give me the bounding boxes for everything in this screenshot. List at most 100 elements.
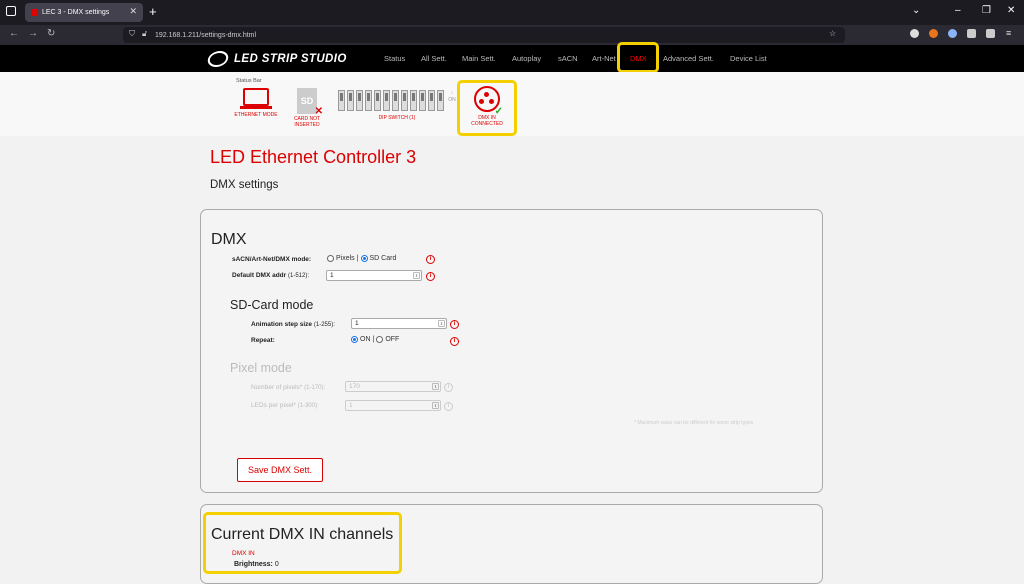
nav-main-settings[interactable]: Main Sett. xyxy=(462,54,496,63)
stepper-icon[interactable]: ⇕ xyxy=(413,272,420,279)
addr-label-text: Default DMX addr xyxy=(232,272,287,279)
addr-range: (1-512): xyxy=(287,273,309,279)
stepper-icon: ⇕ xyxy=(432,383,439,390)
info-icon[interactable]: i xyxy=(450,320,459,329)
favicon-icon xyxy=(31,9,38,16)
dip-8 xyxy=(401,90,409,111)
ethernet-mode-label: ETHERNET MODE xyxy=(234,112,278,118)
dmx-in-label: DMX IN xyxy=(232,550,255,557)
shield-icon[interactable]: ⛉ xyxy=(129,29,135,39)
extension-icon[interactable] xyxy=(910,29,919,38)
stepper-icon: ⇕ xyxy=(432,402,439,409)
leds-value: 1 xyxy=(349,402,353,409)
repeat-off-radio[interactable] xyxy=(376,336,384,343)
translate-icon[interactable] xyxy=(948,29,957,38)
brave-icon[interactable] xyxy=(929,29,938,38)
dmx-heading: DMX xyxy=(211,231,247,248)
info-icon[interactable]: i xyxy=(426,255,435,264)
nav-advanced-settings[interactable]: Advanced Sett. xyxy=(663,54,714,63)
mode-sd-card-label: SD Card xyxy=(369,255,397,262)
leds-range: (1-300): xyxy=(297,403,319,409)
addr-label: Default DMX addr (1-512): xyxy=(232,272,309,279)
repeat-on-radio[interactable] xyxy=(351,336,358,343)
save-dmx-button[interactable]: Save DMX Sett. xyxy=(237,458,323,482)
animation-step-value: 1 xyxy=(355,320,359,327)
site-navbar: LED STRIP STUDIO Status All Sett. Main S… xyxy=(0,45,1024,72)
restore-icon[interactable]: ❐ xyxy=(982,5,991,16)
dip-6 xyxy=(383,90,391,111)
error-x-icon: ✕ xyxy=(314,106,323,117)
logo-mark-icon xyxy=(205,51,231,67)
max-value-note: * Maximum value can be different for som… xyxy=(634,420,754,426)
dip-4 xyxy=(365,90,373,111)
nav-autoplay[interactable]: Autoplay xyxy=(512,54,541,63)
mode-sd-card-radio[interactable] xyxy=(360,255,368,262)
page-title: LED Ethernet Controller 3 xyxy=(210,147,417,167)
brightness-label: Brightness: xyxy=(234,561,273,568)
laptop-icon xyxy=(243,88,269,106)
dip-2 xyxy=(347,90,355,111)
highlight-box-dmx-nav xyxy=(617,42,659,73)
dip-on-label: ON xyxy=(448,97,456,103)
highlight-box-current-dmx xyxy=(203,512,402,574)
brand-logo[interactable]: LED STRIP STUDIO xyxy=(205,49,347,69)
animation-step-input[interactable]: 1 ⇕ xyxy=(351,318,447,329)
chevron-down-icon[interactable]: ⌄ xyxy=(912,5,920,16)
reload-icon[interactable]: ↻ xyxy=(47,28,55,39)
back-icon[interactable]: ← xyxy=(9,28,19,39)
repeat-on-label: ON xyxy=(360,336,371,343)
dip-1 xyxy=(338,90,346,111)
stepper-icon[interactable]: ⇕ xyxy=(438,320,445,327)
dmx-address-input[interactable]: 1 ⇕ xyxy=(326,270,422,281)
browser-tab-strip: LEC 3 - DMX settings ✕ + ⌄ – ❐ ✕ xyxy=(0,0,1024,25)
forward-icon[interactable]: → xyxy=(28,28,38,39)
dip-9 xyxy=(410,90,418,111)
info-icon: i xyxy=(444,383,453,392)
status-ethernet: ETHERNET MODE xyxy=(233,88,279,118)
extensions-puzzle-icon[interactable] xyxy=(967,29,976,38)
address-bar[interactable]: 192.168.1.211/settings-dmx.html xyxy=(123,27,845,43)
tab-title: LEC 3 - DMX settings xyxy=(42,9,110,16)
close-window-icon[interactable]: ✕ xyxy=(1007,5,1015,16)
info-icon[interactable]: i xyxy=(450,337,459,346)
dip-11 xyxy=(428,90,436,111)
nav-sacn[interactable]: sACN xyxy=(558,54,578,63)
mode-pixels-radio[interactable] xyxy=(327,255,334,262)
minimize-icon[interactable]: – xyxy=(955,5,961,16)
step-label-text: Animation step size xyxy=(251,321,313,328)
info-icon: i xyxy=(444,402,453,411)
dip-10 xyxy=(419,90,427,111)
url-text: 192.168.1.211/settings-dmx.html xyxy=(155,31,257,39)
mode-label: sACN/Art-Net/DMX mode: xyxy=(232,256,312,263)
mode-options: Pixels | SD Card xyxy=(327,255,396,262)
nav-art-net[interactable]: Art-Net xyxy=(592,54,616,63)
sidebar-icon[interactable] xyxy=(986,29,995,38)
step-range: (1-255): xyxy=(313,322,335,328)
nav-status[interactable]: Status xyxy=(384,54,405,63)
dmx-address-value: 1 xyxy=(330,272,334,279)
nav-device-list[interactable]: Device List xyxy=(730,54,767,63)
info-icon[interactable]: i xyxy=(426,272,435,281)
pixels-range: (1-170): xyxy=(304,385,326,391)
lock-icon[interactable]: 🔓︎ xyxy=(142,29,147,39)
dip-switch-label: DIP SWITCH (1) xyxy=(378,115,416,121)
pixels-value: 170 xyxy=(349,383,360,390)
pixels-input: 170 ⇕ xyxy=(345,381,441,392)
bookmark-star-icon[interactable]: ☆ xyxy=(829,29,836,38)
dip-7 xyxy=(392,90,400,111)
mode-pixels-label: Pixels xyxy=(336,255,355,262)
new-tab-icon[interactable]: + xyxy=(149,4,157,19)
browser-tab[interactable]: LEC 3 - DMX settings ✕ xyxy=(25,3,143,22)
browser-toolbar: ← → ↻ 192.168.1.211/settings-dmx.html ⛉ … xyxy=(0,25,1024,45)
dip-on-arrow-icon: ↓ ON xyxy=(448,90,456,103)
repeat-off-label: OFF xyxy=(385,336,400,343)
sd-card-icon: SD ✕ xyxy=(297,88,323,117)
nav-all-settings[interactable]: All Sett. xyxy=(421,54,447,63)
sd-card-glyph: SD xyxy=(300,96,314,106)
tab-list-icon[interactable] xyxy=(6,6,16,16)
close-tab-icon[interactable]: ✕ xyxy=(129,6,137,17)
laptop-base xyxy=(240,106,272,109)
dip-12 xyxy=(437,90,445,111)
menu-icon[interactable]: ≡ xyxy=(1006,29,1015,38)
pixel-mode-heading: Pixel mode xyxy=(230,361,292,375)
